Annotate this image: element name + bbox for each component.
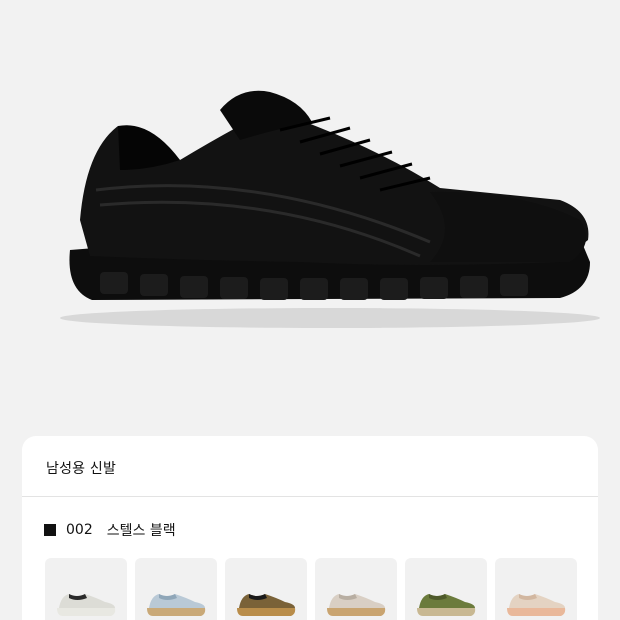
colorway-thumbnail[interactable]	[495, 558, 577, 620]
variant-name: 스텔스 블랙	[106, 523, 176, 539]
colorway-shoe-image	[237, 594, 296, 616]
colorway-shoe-image	[147, 594, 206, 616]
product-hero-image	[0, 0, 620, 420]
divider	[22, 496, 598, 497]
colorway-thumbnails	[45, 558, 577, 620]
colorway-shoe-image	[327, 594, 386, 616]
color-swatch	[44, 524, 56, 536]
variant-code: 002	[66, 522, 93, 538]
colorway-thumbnail[interactable]	[45, 558, 127, 620]
colorway-thumbnail[interactable]	[315, 558, 397, 620]
product-category: 남성용 신발	[46, 461, 117, 477]
colorway-thumbnail[interactable]	[135, 558, 217, 620]
colorway-thumbnail[interactable]	[225, 558, 307, 620]
selected-variant: 002 스텔스 블랙	[44, 520, 176, 540]
product-info-panel: 남성용 신발 002 스텔스 블랙	[22, 436, 598, 620]
colorway-shoe-image	[507, 594, 566, 616]
colorway-shoe-image	[57, 594, 116, 616]
colorway-thumbnail[interactable]	[405, 558, 487, 620]
black-sneaker-image	[60, 90, 600, 328]
colorway-shoe-image	[417, 594, 476, 616]
